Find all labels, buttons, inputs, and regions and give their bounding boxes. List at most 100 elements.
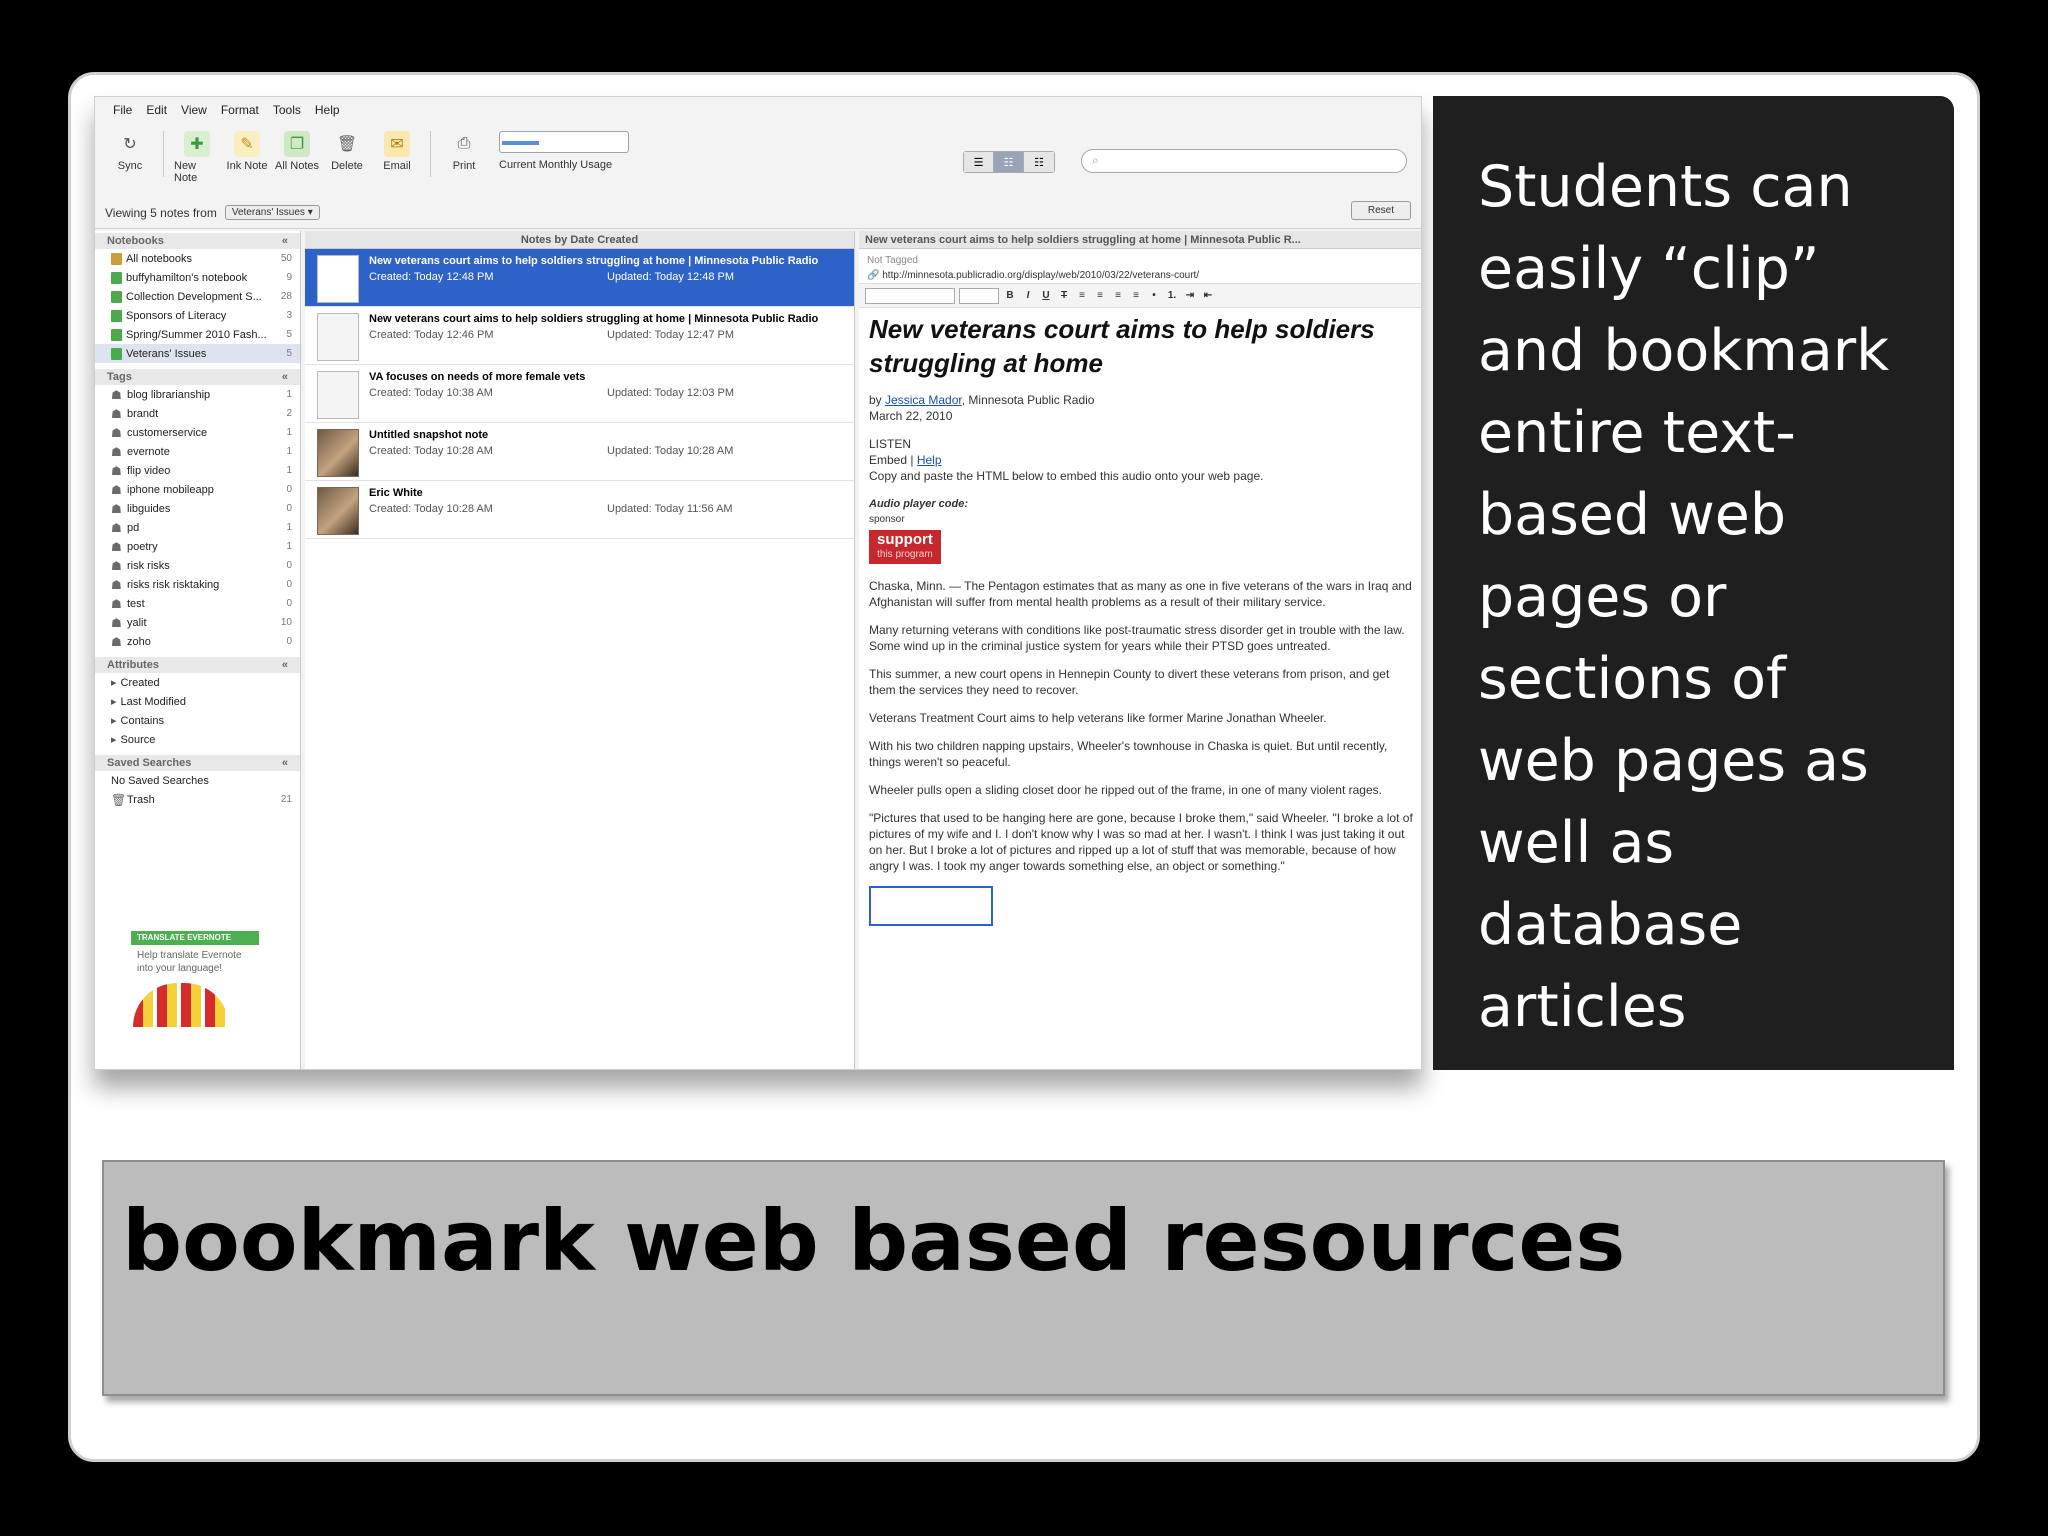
support-program-badge[interactable]: support this program bbox=[869, 530, 941, 564]
format-toolbar: B I U T ≡ ≡ ≡ ≡ • 1. ⇥ ⇤ bbox=[859, 284, 1421, 308]
sidebar-tag[interactable]: ☗ customerservice 1 bbox=[95, 423, 300, 442]
sidebar-tag[interactable]: ☗ zoho 0 bbox=[95, 632, 300, 651]
sidebar-tag[interactable]: ☗ flip video 1 bbox=[95, 461, 300, 480]
note-updated: Updated: Today 12:03 PM bbox=[607, 387, 734, 399]
saved-searches-header[interactable]: Saved Searches « bbox=[95, 755, 300, 771]
font-family-dropdown[interactable] bbox=[865, 287, 955, 304]
strikethrough-icon[interactable]: T bbox=[1057, 290, 1071, 301]
align-center-icon[interactable]: ≡ bbox=[1093, 290, 1107, 301]
slide-title: bookmark web based resources bbox=[122, 1192, 1626, 1290]
sidebar-tag[interactable]: ☗ risk risks 0 bbox=[95, 556, 300, 575]
ink-note-button[interactable]: ✎ Ink Note bbox=[224, 131, 270, 172]
ink-note-icon: ✎ bbox=[234, 131, 260, 157]
note-row[interactable]: Eric White Created: Today 10:28 AM Update… bbox=[305, 481, 854, 539]
delete-button[interactable]: 🗑 Delete bbox=[324, 131, 370, 172]
note-tags-field[interactable]: Not Tagged bbox=[859, 249, 1421, 268]
all-notes-button[interactable]: ❐ All Notes bbox=[274, 131, 320, 172]
sidebar-attribute[interactable]: ▸ Contains bbox=[95, 711, 300, 730]
sidebar-attribute[interactable]: ▸ Source bbox=[95, 730, 300, 749]
sidebar-trash[interactable]: 🗑 Trash 21 bbox=[95, 790, 300, 809]
indent-icon[interactable]: ⇥ bbox=[1183, 290, 1197, 301]
print-button[interactable]: ⎙ Print bbox=[441, 131, 487, 172]
note-created: Created: Today 12:48 PM bbox=[369, 271, 494, 283]
menu-edit[interactable]: Edit bbox=[146, 103, 167, 119]
article-paragraph: Chaska, Minn. — The Pentagon estimates t… bbox=[869, 579, 1412, 609]
align-right-icon[interactable]: ≡ bbox=[1111, 290, 1125, 301]
sync-button[interactable]: ↻ Sync bbox=[107, 131, 153, 172]
align-left-icon[interactable]: ≡ bbox=[1075, 290, 1089, 301]
bullet-list-icon[interactable]: • bbox=[1147, 290, 1161, 301]
outdent-icon[interactable]: ⇤ bbox=[1201, 290, 1215, 301]
caption-panel: Students can easily “clip” and bookmark … bbox=[1433, 96, 1954, 1070]
menu-tools[interactable]: Tools bbox=[273, 103, 301, 119]
note-row-selected[interactable]: New veterans court aims to help soldiers… bbox=[305, 249, 854, 307]
list-view-button[interactable]: ☰ bbox=[964, 152, 994, 172]
reset-button[interactable]: Reset bbox=[1350, 201, 1411, 220]
menu-view[interactable]: View bbox=[181, 103, 207, 119]
note-updated: Updated: Today 10:28 AM bbox=[607, 445, 734, 457]
sidebar-notebook[interactable]: Spring/Summer 2010 Fash... 5 bbox=[95, 325, 300, 344]
note-updated: Updated: Today 11:56 AM bbox=[607, 503, 733, 515]
justify-icon[interactable]: ≡ bbox=[1129, 290, 1143, 301]
note-title: Untitled snapshot note bbox=[369, 429, 489, 441]
snippet-view-button[interactable]: ☷ bbox=[994, 152, 1024, 172]
sidebar-notebook[interactable]: Sponsors of Literacy 3 bbox=[95, 306, 300, 325]
article-byline: by Jessica Mador, Minnesota Public Radio… bbox=[869, 393, 1095, 423]
underline-icon[interactable]: U bbox=[1039, 290, 1053, 301]
note-row[interactable]: Untitled snapshot note Created: Today 10… bbox=[305, 423, 854, 481]
sidebar-notebook[interactable]: Collection Development S... 28 bbox=[95, 287, 300, 306]
promo-heading: TRANSLATE EVERNOTE bbox=[131, 931, 259, 945]
translate-promo[interactable]: TRANSLATE EVERNOTE Help translate Everno… bbox=[131, 931, 259, 1069]
notebook-icon bbox=[111, 309, 122, 322]
tag-icon: ☗ bbox=[111, 387, 122, 402]
sidebar-tag[interactable]: ☗ blog librarianship 1 bbox=[95, 385, 300, 404]
menu-file[interactable]: File bbox=[113, 103, 132, 119]
font-size-dropdown[interactable] bbox=[959, 287, 999, 304]
sidebar-tag[interactable]: ☗ test 0 bbox=[95, 594, 300, 613]
italic-icon[interactable]: I bbox=[1021, 290, 1035, 301]
sidebar-tag[interactable]: ☗ brandt 2 bbox=[95, 404, 300, 423]
article-image bbox=[869, 886, 993, 926]
search-input[interactable]: ⌕ bbox=[1081, 149, 1407, 173]
menu-help[interactable]: Help bbox=[315, 103, 340, 119]
notebook-filter-dropdown[interactable]: Veterans' Issues ▾ bbox=[224, 205, 320, 220]
sidebar-tag[interactable]: ☗ poetry 1 bbox=[95, 537, 300, 556]
thumbnail-view-button[interactable]: ☷ bbox=[1024, 152, 1054, 172]
tag-icon: ☗ bbox=[111, 634, 122, 649]
menu-format[interactable]: Format bbox=[221, 103, 259, 119]
evernote-screenshot: File Edit View Format Tools Help ↻ Sync … bbox=[94, 96, 1422, 1070]
sidebar-tag[interactable]: ☗ evernote 1 bbox=[95, 442, 300, 461]
notebook-icon bbox=[111, 290, 122, 303]
tags-header[interactable]: Tags « bbox=[95, 369, 300, 385]
sidebar-attribute[interactable]: ▸ Last Modified bbox=[95, 692, 300, 711]
sidebar-notebook-all[interactable]: All notebooks 50 bbox=[95, 249, 300, 268]
bold-icon[interactable]: B bbox=[1003, 290, 1017, 301]
author-link[interactable]: Jessica Mador bbox=[885, 393, 962, 407]
note-photo-thumbnail bbox=[317, 487, 359, 535]
sidebar-attribute[interactable]: ▸ Created bbox=[95, 673, 300, 692]
help-link[interactable]: Help bbox=[917, 453, 942, 467]
sidebar-tag[interactable]: ☗ risks risk risktaking 0 bbox=[95, 575, 300, 594]
sidebar-notebook[interactable]: buffyhamilton's notebook 9 bbox=[95, 268, 300, 287]
article-paragraph: With his two children napping upstairs, … bbox=[869, 739, 1388, 769]
chevron-down-icon: ▾ bbox=[307, 207, 313, 218]
sidebar-notebook-selected[interactable]: Veterans' Issues 5 bbox=[95, 344, 300, 363]
note-body[interactable]: New veterans court aims to help soldiers… bbox=[859, 308, 1421, 926]
email-button[interactable]: ✉ Email bbox=[374, 131, 420, 172]
note-title-field[interactable]: New veterans court aims to help soldiers… bbox=[859, 231, 1421, 249]
sidebar-tag[interactable]: ☗ pd 1 bbox=[95, 518, 300, 537]
note-row[interactable]: New veterans court aims to help soldiers… bbox=[305, 307, 854, 365]
attribute-icon: ▸ bbox=[111, 715, 117, 727]
numbered-list-icon[interactable]: 1. bbox=[1165, 290, 1179, 301]
note-created: Created: Today 10:38 AM bbox=[369, 387, 493, 399]
sidebar-tag[interactable]: ☗ iphone mobileapp 0 bbox=[95, 480, 300, 499]
usage-label: Current Monthly Usage bbox=[499, 159, 613, 171]
sidebar-tag[interactable]: ☗ yalit 10 bbox=[95, 613, 300, 632]
notebooks-header[interactable]: Notebooks « bbox=[95, 233, 300, 249]
attributes-header[interactable]: Attributes « bbox=[95, 657, 300, 673]
sidebar-tag[interactable]: ☗ libguides 0 bbox=[95, 499, 300, 518]
new-note-button[interactable]: ✚ New Note bbox=[174, 131, 220, 184]
source-url[interactable]: 🔗 http://minnesota.publicradio.org/displ… bbox=[859, 268, 1421, 284]
notes-list-header[interactable]: Notes by Date Created bbox=[305, 231, 854, 249]
note-row[interactable]: VA focuses on needs of more female vets … bbox=[305, 365, 854, 423]
